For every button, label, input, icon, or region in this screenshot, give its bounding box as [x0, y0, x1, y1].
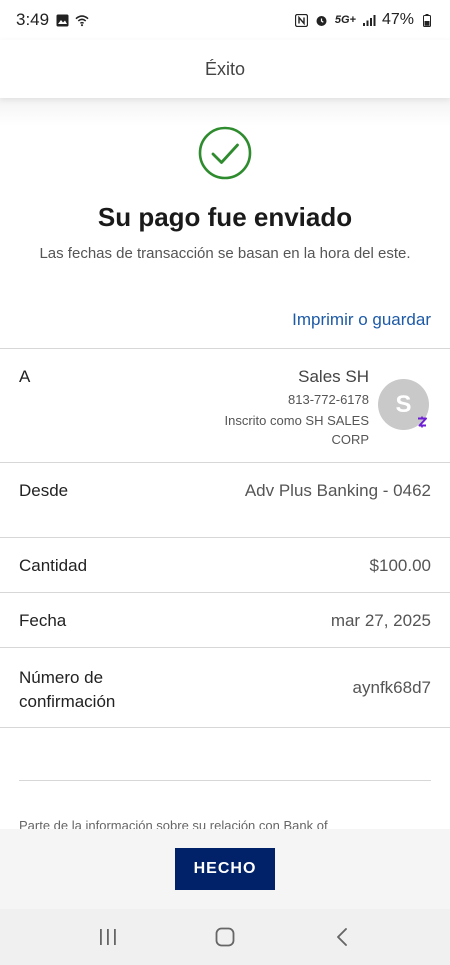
print-or-save-link[interactable]: Imprimir o guardar — [292, 310, 431, 330]
success-subtitle: Las fechas de transacción se basan en la… — [39, 245, 411, 262]
confirmation-number: aynfk68d7 — [352, 678, 431, 697]
date-label: Fecha — [19, 611, 67, 630]
alarm-icon — [315, 13, 329, 27]
recents-icon[interactable] — [88, 917, 128, 957]
payee-phone: 813-772-6178 — [288, 392, 369, 407]
status-left: 3:49 — [16, 10, 89, 30]
amount-label: Cantidad — [19, 556, 88, 575]
app-header: Éxito — [0, 40, 450, 98]
nfc-icon — [295, 13, 309, 27]
status-time: 3:49 — [16, 10, 50, 29]
done-button[interactable]: HECHO — [175, 848, 275, 890]
divider — [0, 348, 450, 349]
wifi-icon — [75, 13, 89, 27]
network-type: 5G+ — [334, 14, 356, 26]
divider — [0, 727, 450, 728]
payee-enrolled-as: Inscrito como SH SALES CORP — [224, 413, 370, 447]
check-circle-icon — [198, 126, 252, 180]
bottom-action-bar: HECHO — [0, 829, 450, 909]
to-label: A — [19, 367, 31, 386]
page-title: Éxito — [204, 58, 246, 79]
divider — [19, 780, 431, 781]
battery-percent: 47% — [381, 11, 414, 28]
from-account: Adv Plus Banking - 0462 — [244, 481, 431, 500]
payee-name: Sales SH — [298, 367, 369, 386]
system-nav-bar — [0, 909, 450, 965]
status-bar: 3:49 5G+ 47% — [0, 0, 450, 40]
avatar-initial: S — [395, 390, 412, 418]
signal-icon — [362, 13, 376, 27]
divider — [0, 462, 450, 463]
zelle-icon — [414, 414, 430, 430]
gallery-icon — [55, 13, 69, 27]
home-icon[interactable] — [205, 917, 245, 957]
date-value: mar 27, 2025 — [330, 611, 431, 630]
status-right: 5G+ 47% — [295, 11, 434, 29]
success-area: Su pago fue enviado Las fechas de transa… — [0, 98, 450, 348]
confirmation-label: Número de confirmación — [19, 668, 116, 711]
divider — [0, 537, 450, 538]
footer-note: Parte de la información sobre su relació… — [19, 818, 328, 829]
back-icon[interactable] — [322, 917, 362, 957]
success-title: Su pago fue enviado — [97, 202, 353, 232]
divider — [0, 647, 450, 648]
from-label: Desde — [19, 481, 69, 500]
battery-icon — [420, 13, 434, 27]
amount-value: $100.00 — [369, 556, 431, 575]
divider — [0, 592, 450, 593]
